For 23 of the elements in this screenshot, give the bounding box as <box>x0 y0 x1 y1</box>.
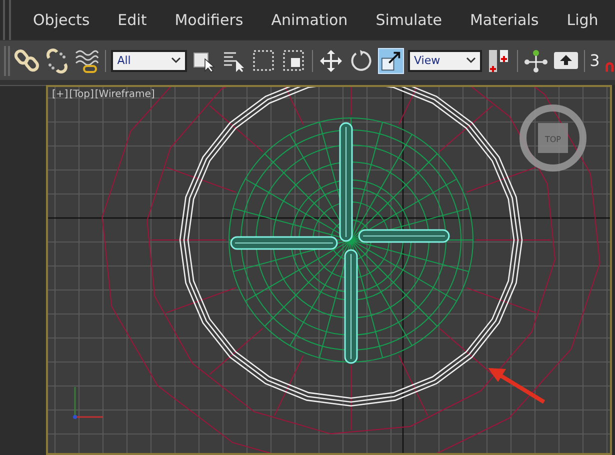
chevron-icon <box>171 57 182 64</box>
menu-item[interactable]: Animation <box>271 11 348 29</box>
menu-item[interactable]: Simulate <box>376 11 442 29</box>
menu-item[interactable]: Ligh <box>566 11 598 29</box>
menu-item[interactable]: Objects <box>33 11 90 29</box>
unlink-icon[interactable] <box>44 46 70 76</box>
viewport[interactable]: [+][Top][Wireframe] TOP <box>46 85 612 455</box>
reference-coordinate-dropdown[interactable]: View <box>408 50 482 72</box>
viewport-label[interactable]: [Wireframe] <box>94 89 155 100</box>
menu-item[interactable]: Materials <box>470 11 539 29</box>
toolbar-grip-handle[interactable] <box>4 46 10 76</box>
scale-tool-button[interactable] <box>378 48 404 74</box>
scale-icon <box>381 50 401 72</box>
viewport-label[interactable]: [+] <box>52 89 68 100</box>
viewport-label[interactable]: [Top] <box>69 89 94 100</box>
axis-tripod-icon <box>73 387 103 419</box>
chevron-icon <box>466 57 476 64</box>
annotation-arrow <box>488 368 546 404</box>
viewcube-ring-icon[interactable] <box>520 104 586 172</box>
menu-item[interactable]: Modifiers <box>174 11 244 29</box>
menu-item[interactable]: Edit <box>118 11 147 29</box>
selection-filter-dropdown[interactable]: All <box>111 50 188 72</box>
snap-toggle-label[interactable]: 3 <box>590 51 600 70</box>
